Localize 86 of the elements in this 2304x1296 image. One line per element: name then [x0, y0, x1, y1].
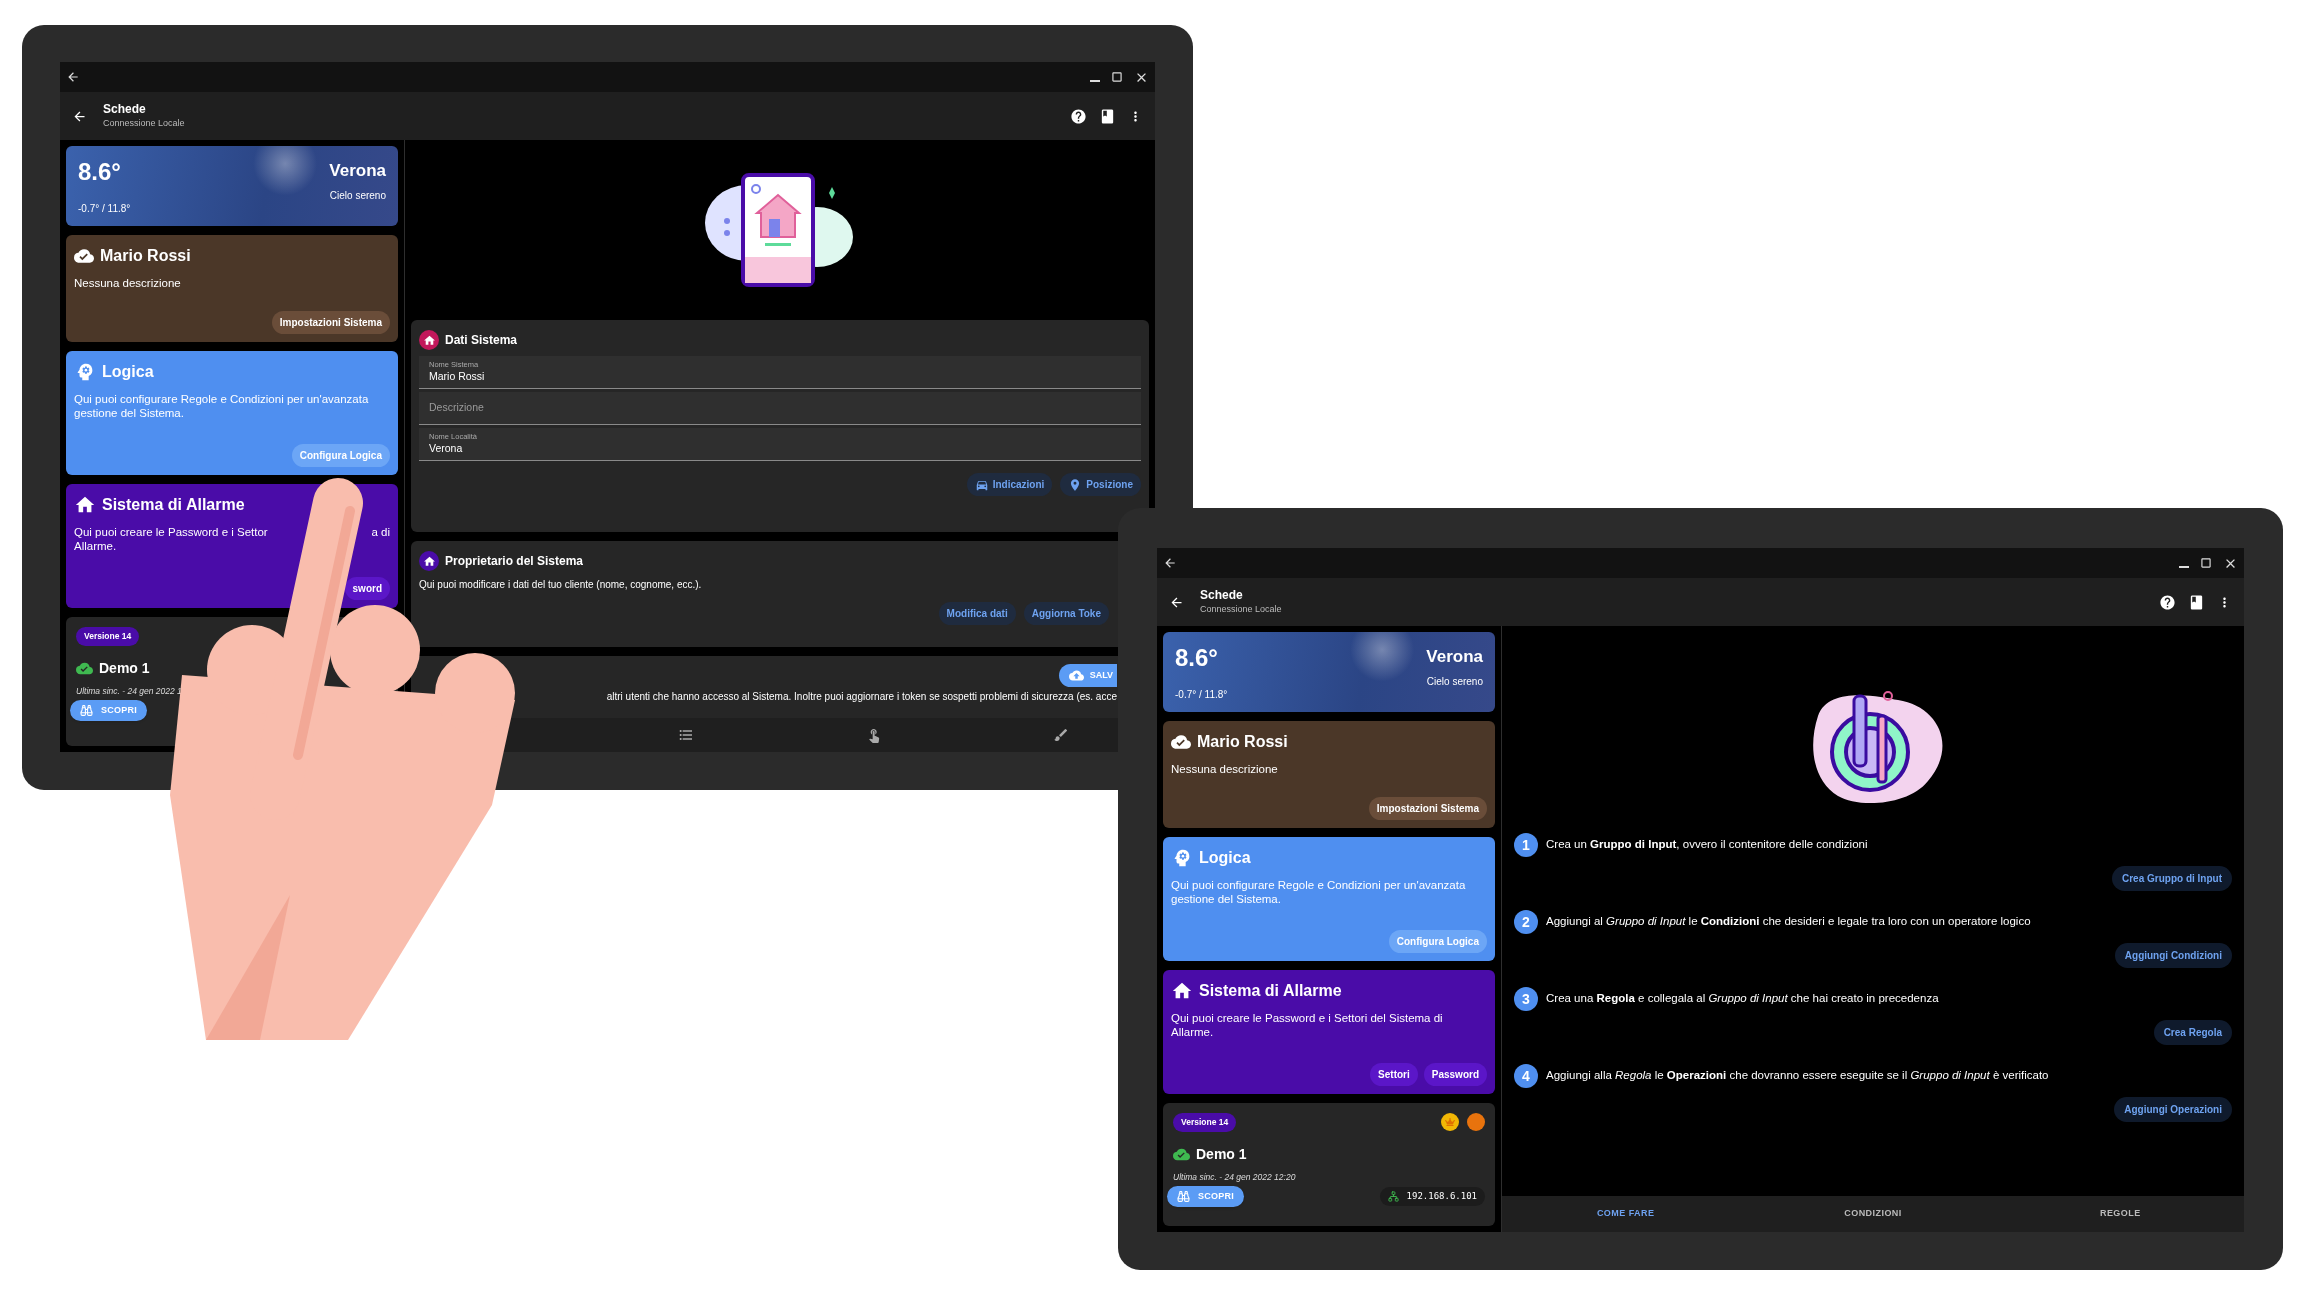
tab[interactable]: COME FARE — [1502, 1196, 1750, 1232]
card-action-button[interactable]: sword — [344, 577, 390, 600]
system-name: Demo 1 — [99, 658, 150, 678]
version-badge: Versione 14 — [76, 627, 140, 646]
card-title: Sistema di Allarme — [1199, 981, 1342, 1001]
tab[interactable]: CONDIZIONI — [1749, 1196, 1997, 1232]
form-field[interactable]: Descrizione — [419, 392, 1141, 425]
section-title: Dati Sistema — [445, 332, 518, 349]
step-button[interactable]: Aggiungi Condizioni — [2114, 943, 2232, 968]
crown-icon — [1441, 1113, 1459, 1132]
action-button[interactable]: Indicazioni — [966, 473, 1053, 496]
house-icon — [419, 551, 439, 571]
field-input[interactable]: Mario Rossi — [429, 368, 1131, 385]
card-action-button[interactable]: Settori — [1370, 1063, 1418, 1086]
city-name: Verona — [1426, 646, 1483, 668]
step-button[interactable]: Aggiungi Operazioni — [2114, 1097, 2232, 1122]
action-button[interactable]: Modifica dati — [938, 602, 1016, 625]
cloud-check-icon — [74, 246, 94, 266]
card-action-button[interactable]: Password — [1423, 1063, 1487, 1086]
card-title: Sistema di Allarme — [102, 495, 245, 515]
card-description: Qui puoi creare le Password e i Settor — [74, 525, 268, 539]
temperature-range: -0.7° / 11.8° — [78, 202, 131, 216]
system-name: Demo 1 — [1196, 1144, 1247, 1164]
card-title: Mario Rossi — [100, 246, 191, 266]
action-button[interactable]: Aggiorna Toke — [1023, 602, 1109, 625]
window-subtitle: Connessione Locale — [103, 116, 185, 130]
temperature: 8.6° — [1175, 646, 1219, 670]
step-number: 2 — [1514, 910, 1538, 934]
tab[interactable]: REGOLE — [1996, 1196, 2244, 1232]
card-title: Logica — [1199, 848, 1251, 868]
field-input[interactable]: Descrizione — [429, 400, 1131, 416]
card-description: Qui puoi configurare Regole e Condizioni per un'avanzata gestione del Sistema. — [74, 392, 370, 420]
book-icon — [1099, 107, 1116, 125]
sync-time: Ultima sinc. - 24 gen 2022 1 — [76, 684, 182, 698]
cloud-check-icon — [1171, 732, 1191, 752]
step-number: 3 — [1514, 987, 1538, 1011]
action-button[interactable]: Posizione — [1060, 473, 1141, 496]
back-arrow-icon — [66, 70, 80, 84]
help-icon — [1070, 107, 1087, 125]
step-text: Aggiungi alla Regola le Operazioni che dovranno essere eseguite se il Gruppo di Input è verificato — [1546, 1068, 2049, 1084]
section-description: altri utenti che hanno accesso al Sistema. Inoltre puoi aggiornare i token se sospetti problemi di sicurezza (es. acce — [606, 690, 1117, 704]
card-action-button[interactable]: Impostazioni Sistema — [271, 311, 390, 334]
step-number: 1 — [1514, 833, 1538, 857]
maximize-icon — [1110, 70, 1124, 84]
card-description: Qui puoi creare le Password e i Settori del Sistema di Allarme. — [1171, 1011, 1444, 1039]
card-action-button[interactable]: Impostazioni Sistema — [1368, 797, 1487, 820]
temperature: 8.6° — [78, 160, 122, 184]
minimize-icon — [2179, 566, 2189, 568]
card-description: a di — [371, 525, 390, 539]
weather-condition: Cielo sereno — [329, 188, 386, 203]
step-text: Crea un Gruppo di Input, ovvero il contenitore delle condizioni — [1546, 837, 1868, 853]
step-text: Aggiungi al Gruppo di Input le Condizioni che desideri e legale tra loro con un operatore logico — [1546, 914, 2031, 930]
network-icon — [1387, 1190, 1399, 1202]
back-arrow-icon — [1163, 556, 1177, 570]
card-title: Mario Rossi — [1197, 732, 1288, 752]
cloud-upload-icon — [1068, 668, 1084, 683]
book-icon — [2188, 593, 2205, 611]
step-button[interactable]: Crea Gruppo di Input — [2112, 866, 2232, 891]
binoculars-icon — [1177, 1189, 1190, 1203]
card-description: Nessuna descrizione — [74, 276, 182, 290]
binoculars-icon — [80, 703, 93, 717]
city-name: Verona — [329, 160, 386, 182]
sync-time: Ultima sinc. - 24 gen 2022 12:20 — [1173, 1170, 1296, 1184]
window-title: Schede — [1200, 587, 1244, 603]
card-description: Qui puoi configurare Regole e Condizioni per un'avanzata gestione del Sistema. — [1171, 878, 1467, 906]
ip-address-chip: 192.168.6.101 — [1379, 1186, 1485, 1206]
card-description: Nessuna descrizione — [1171, 762, 1279, 776]
maximize-icon — [2199, 556, 2213, 570]
temperature-range: -0.7° / 11.8° — [1175, 688, 1228, 702]
house-icon — [419, 330, 439, 350]
field-input[interactable]: Verona — [429, 440, 1131, 457]
step-button[interactable]: Crea Regola — [2153, 1020, 2232, 1045]
step-number: 4 — [1514, 1064, 1538, 1088]
section-description: Qui puoi modificare i dati del tuo cliente (nome, cognome, ecc.). — [419, 578, 703, 592]
minimize-icon — [1090, 80, 1100, 82]
version-badge: Versione 14 — [1173, 1113, 1237, 1132]
help-icon — [2159, 593, 2176, 611]
window-title: Schede — [103, 101, 147, 117]
window-subtitle: Connessione Locale — [1200, 602, 1282, 616]
step-text: Crea una Regola e collegala al Gruppo di Input che hai creato in precedenza — [1546, 991, 1939, 1007]
card-description: Allarme. — [74, 539, 117, 553]
weather-condition: Cielo sereno — [1426, 674, 1483, 689]
card-title: Logica — [102, 362, 154, 382]
section-title: Proprietario del Sistema — [445, 553, 584, 570]
list-icon — [678, 727, 695, 743]
brush-icon — [1053, 727, 1070, 743]
